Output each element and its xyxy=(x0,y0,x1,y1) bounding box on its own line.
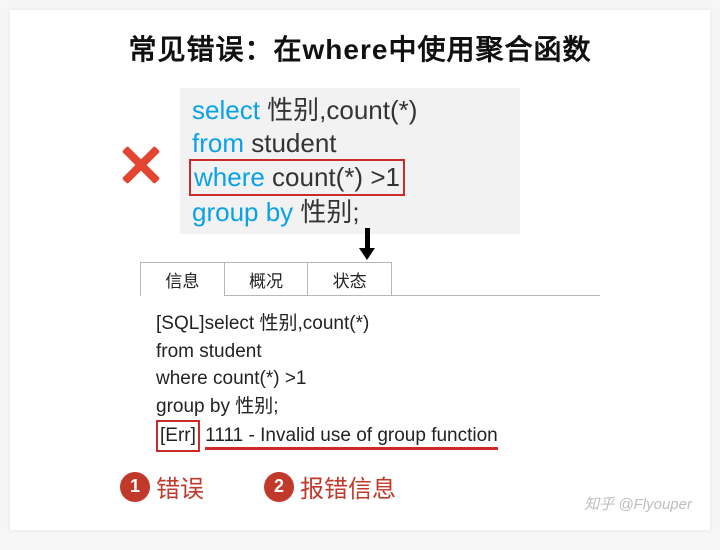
keyword-select: select xyxy=(192,95,260,125)
msg-error-line: [Err] 1111 - Invalid use of group functi… xyxy=(156,420,590,452)
watermark: 知乎 @Flyouper xyxy=(584,493,692,514)
tab-info[interactable]: 信息 xyxy=(140,263,224,295)
error-highlight-line: where count(*) >1 xyxy=(189,159,405,196)
result-panel: 信息 概况 状态 [SQL]select 性别,count(*) from st… xyxy=(140,262,600,458)
tab-bar: 信息 概况 状态 xyxy=(140,262,392,296)
msg-line: group by 性别; xyxy=(156,393,590,421)
legend-label: 错误 xyxy=(156,469,204,504)
page-title: 常见错误：在where中使用聚合函数 xyxy=(10,10,710,68)
keyword-where: where xyxy=(194,162,265,192)
legend: 1 错误 2 报错信息 xyxy=(120,469,396,504)
code-line: select 性别,count(*) xyxy=(192,94,508,127)
code-text: 性别,count(*) xyxy=(260,95,418,125)
legend-item-2: 2 报错信息 xyxy=(264,469,396,504)
number-badge: 1 xyxy=(120,472,150,502)
message-pane: [SQL]select 性别,count(*) from student whe… xyxy=(140,295,600,458)
tab-profile[interactable]: 概况 xyxy=(224,263,308,295)
arrow-down-icon xyxy=(360,228,374,260)
code-text: count(*) >1 xyxy=(265,162,400,192)
code-text: student xyxy=(244,128,337,158)
legend-item-1: 1 错误 xyxy=(120,469,204,504)
sql-code-block: select 性别,count(*) from student where co… xyxy=(180,88,520,234)
legend-label: 报错信息 xyxy=(300,469,396,504)
msg-line: [SQL]select 性别,count(*) xyxy=(156,310,590,338)
slide: 常见错误：在where中使用聚合函数 select 性别,count(*) fr… xyxy=(10,10,710,530)
keyword-from: from xyxy=(192,128,244,158)
cross-icon xyxy=(115,140,165,190)
error-message: 1111 - Invalid use of group function xyxy=(205,425,498,450)
tab-status[interactable]: 状态 xyxy=(307,263,391,295)
code-line: from student xyxy=(192,127,508,160)
keyword-groupby: group by xyxy=(192,197,293,227)
msg-line: from student xyxy=(156,338,590,366)
code-text: 性别; xyxy=(293,197,359,227)
msg-line: where count(*) >1 xyxy=(156,365,590,393)
number-badge: 2 xyxy=(264,472,294,502)
code-line: group by 性别; xyxy=(192,196,508,229)
error-tag: [Err] xyxy=(156,420,200,452)
